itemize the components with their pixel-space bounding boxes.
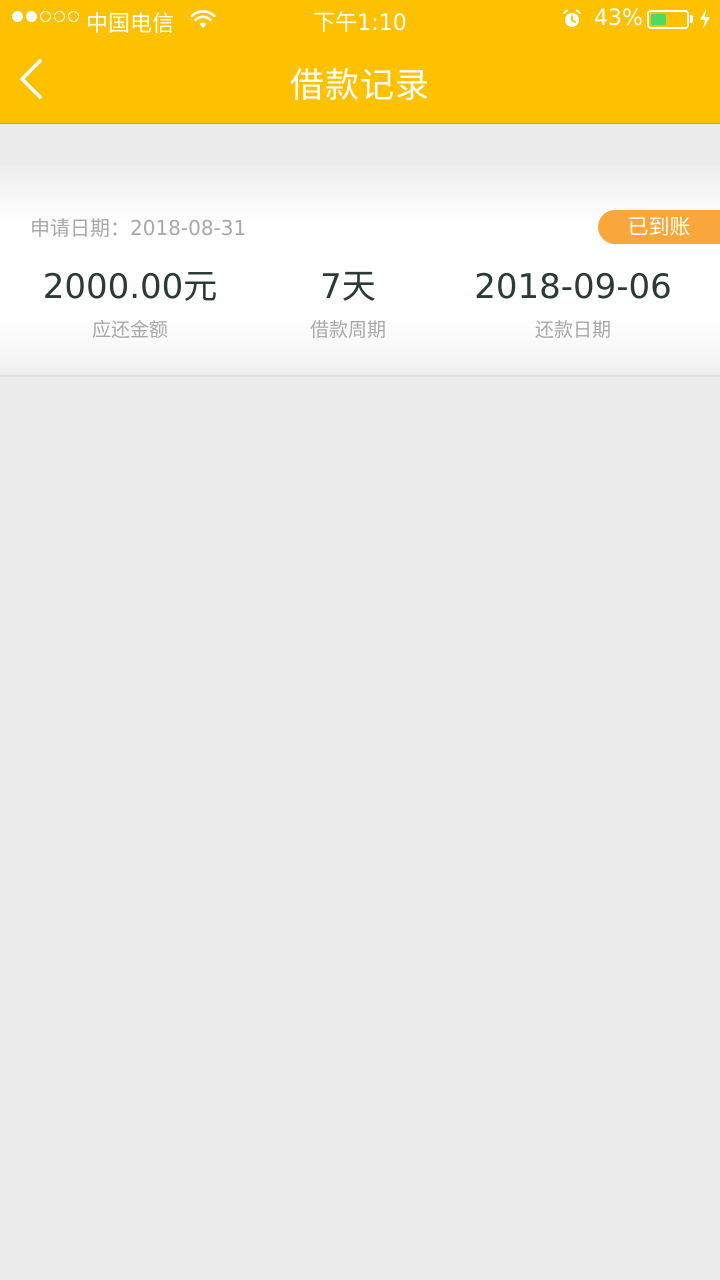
battery-tip — [690, 15, 693, 23]
alarm-icon — [562, 9, 582, 35]
repay-date-label: 还款日期 — [534, 319, 611, 341]
app-header: 中国电信 下午1:10 43% 借款记录 — [0, 0, 720, 124]
repay-date-value: 2018-09-06 — [474, 267, 672, 307]
charging-bolt-icon — [698, 8, 712, 36]
page-title: 借款记录 — [290, 66, 430, 106]
battery-icon — [647, 10, 689, 29]
battery-percentage: 43% — [594, 6, 643, 31]
repay-date-column: 2018-09-06 还款日期 — [448, 265, 698, 342]
loan-record-card[interactable]: 申请日期：2018-08-31 已到账 2000.00元 应还金额 7天 借款周… — [0, 165, 720, 377]
battery-level-fill — [651, 14, 666, 25]
loan-period-value: 7天 — [320, 267, 376, 307]
loan-period-label: 借款周期 — [309, 319, 386, 341]
apply-date: 申请日期：2018-08-31 — [30, 216, 247, 240]
status-badge: 已到账 — [598, 210, 720, 244]
repay-amount-column: 2000.00元 应还金额 — [30, 265, 230, 342]
repay-amount-value: 2000.00元 — [42, 267, 218, 307]
loan-period-column: 7天 借款周期 — [248, 265, 448, 342]
status-bar: 中国电信 下午1:10 43% — [0, 0, 720, 40]
repay-amount-label: 应还金额 — [91, 319, 168, 341]
